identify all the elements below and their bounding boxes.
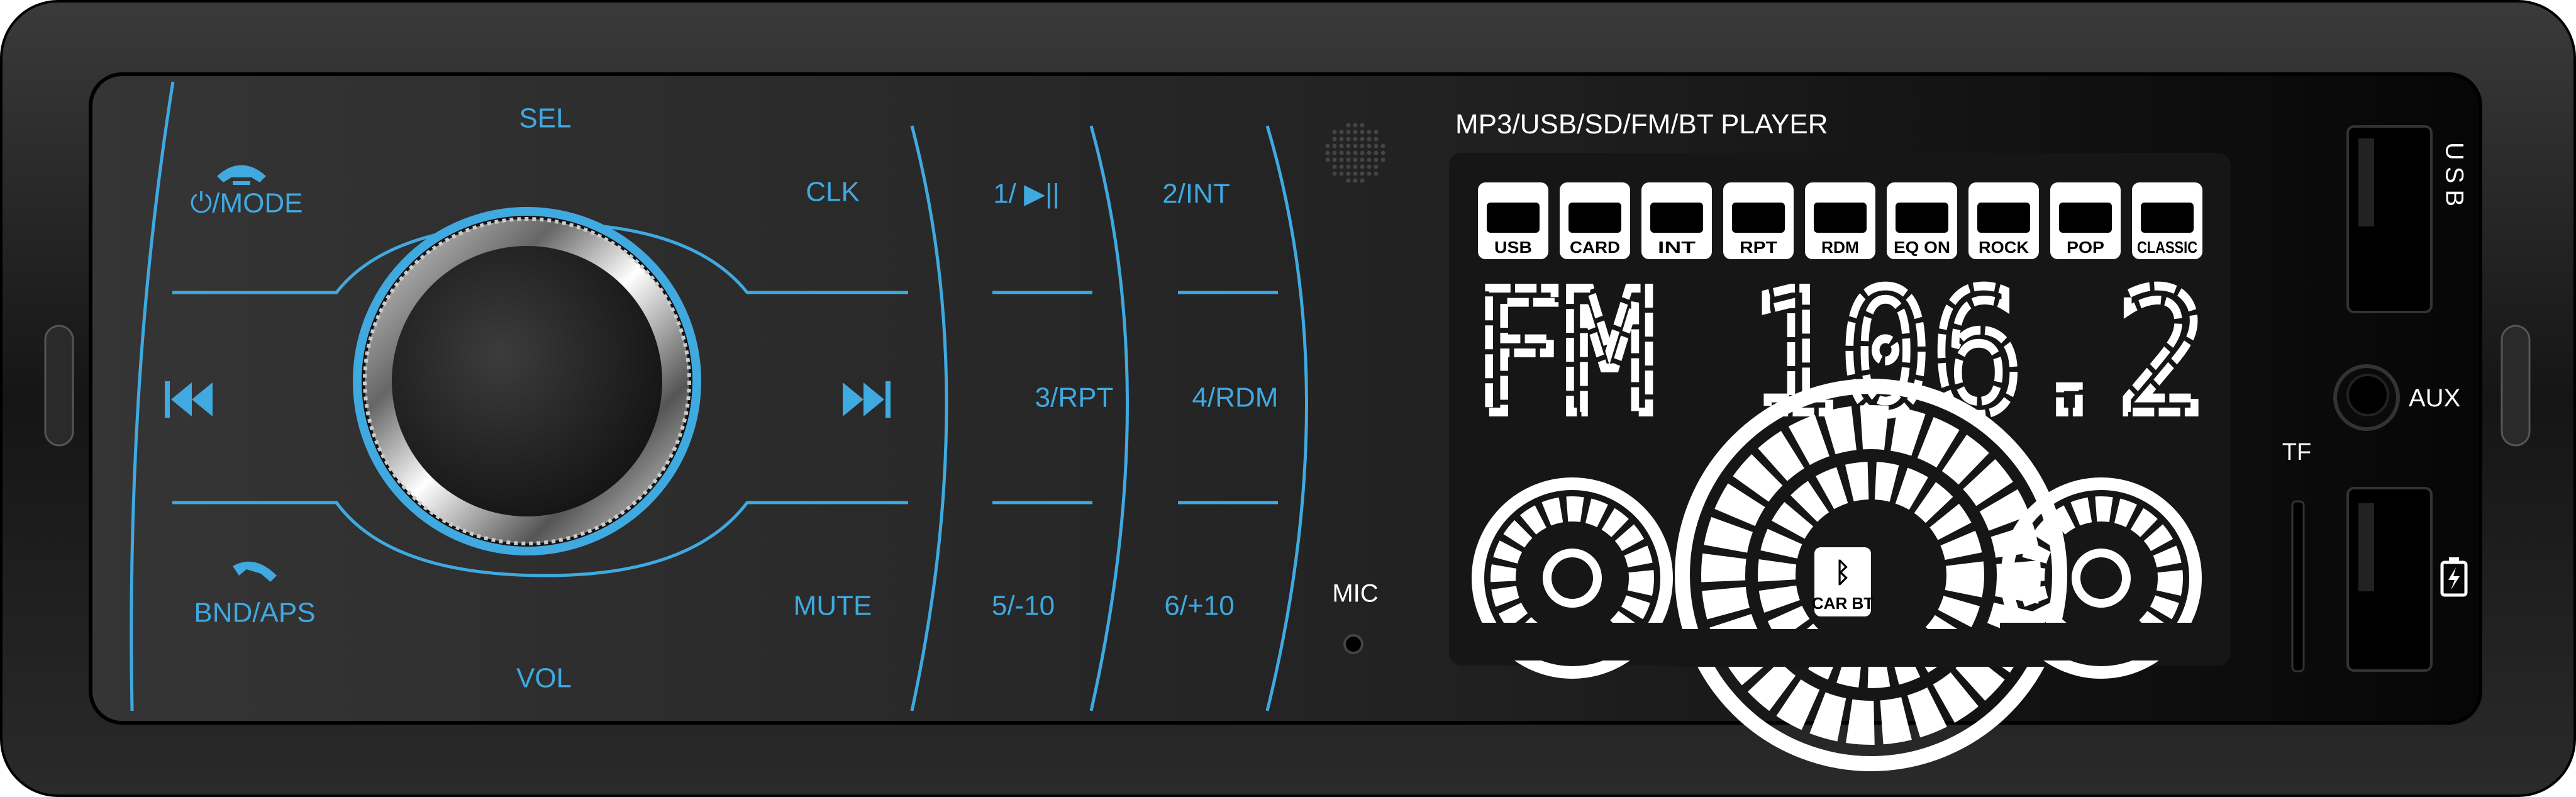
aux-jack[interactable] <box>2333 364 2400 431</box>
car-bt-label: CAR BT <box>1812 594 1874 613</box>
aux-label: AUX <box>2409 384 2460 412</box>
indicator-classic: CLASSIC <box>2132 182 2202 259</box>
lcd-indicators: USB CARD INT RPT RDM EQ ON ROCK POP CLASSIC <box>1478 182 2202 259</box>
preset-2-int[interactable]: 2/INT <box>1162 179 1230 209</box>
indicator-pop: POP <box>2050 182 2121 259</box>
right-clip <box>2501 325 2531 447</box>
mic-label: MIC <box>1332 580 1378 608</box>
usb-label: USB <box>2440 142 2468 213</box>
indicator-int: INT <box>1641 182 1712 259</box>
volume-knob[interactable] <box>353 207 701 555</box>
indicator-usb: USB <box>1478 182 1548 259</box>
preset-5-minus10[interactable]: 5/-10 <box>992 591 1055 621</box>
band-aps-button[interactable]: BND/APS <box>194 598 315 628</box>
mute-button[interactable]: MUTE <box>794 591 872 621</box>
tf-card-slot[interactable] <box>2291 500 2305 672</box>
left-gauge <box>1472 477 1673 679</box>
indicator-rpt: RPT <box>1723 182 1794 259</box>
indicator-eq-on: EQ ON <box>1887 182 1957 259</box>
indicator-card: CARD <box>1560 182 1630 259</box>
speaker-grille-icon <box>1325 123 1385 183</box>
car-stereo: SEL ⏻/MODE CLK BND/APS MUTE VOL 1/ ▶|| 2… <box>0 0 2576 797</box>
device-title: MP3/USB/SD/FM/BT PLAYER <box>1455 109 1828 140</box>
preset-3-rpt[interactable]: 3/RPT <box>1035 382 1114 413</box>
preset-4-rdm[interactable]: 4/RDM <box>1192 382 1279 413</box>
charging-usb-port[interactable] <box>2346 487 2433 672</box>
usb-port[interactable] <box>2346 125 2433 313</box>
left-clip <box>44 325 74 447</box>
sel-button[interactable]: SEL <box>519 103 571 134</box>
indicator-rdm: RDM <box>1805 182 1875 259</box>
svg-text:ᛒ: ᛒ <box>1835 557 1851 589</box>
tf-label: TF <box>2282 439 2311 465</box>
mic-hole <box>1343 634 1363 654</box>
preset-6-plus10[interactable]: 6/+10 <box>1164 591 1234 621</box>
clk-button[interactable]: CLK <box>806 177 860 208</box>
vol-label: VOL <box>516 663 572 694</box>
power-mode-button[interactable]: ⏻/MODE <box>190 188 303 219</box>
indicator-rock: ROCK <box>1968 182 2039 259</box>
preset-1-play-pause[interactable]: 1/ ▶|| <box>993 179 1060 209</box>
right-gauge <box>2000 477 2202 679</box>
